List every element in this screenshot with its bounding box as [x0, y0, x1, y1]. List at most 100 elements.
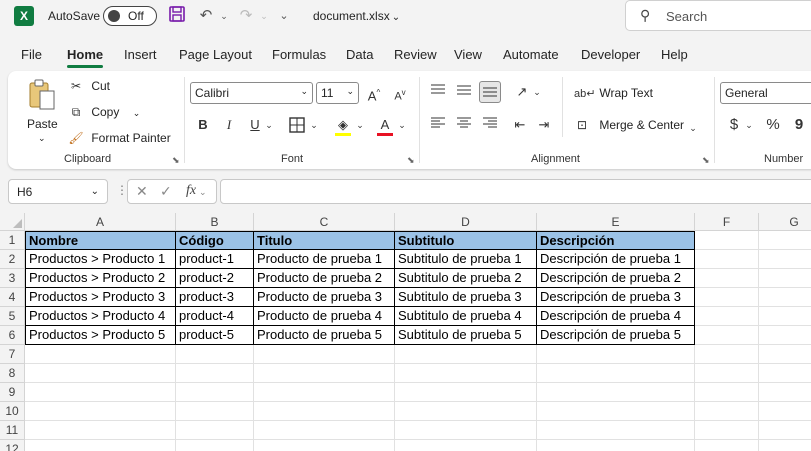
cell-e6[interactable]: Descripción de prueba 5: [537, 326, 695, 345]
row-header-1[interactable]: 1: [0, 231, 25, 250]
cell-b10[interactable]: [176, 402, 254, 421]
cell-a9[interactable]: [25, 383, 176, 402]
save-icon[interactable]: [166, 5, 188, 27]
tab-review[interactable]: Review: [394, 47, 437, 62]
cell-d4[interactable]: Subtitulo de prueba 3: [395, 288, 537, 307]
cell-f4[interactable]: [695, 288, 759, 307]
tab-page-layout[interactable]: Page Layout: [179, 47, 252, 62]
cell-b12[interactable]: [176, 440, 254, 451]
cell-g3[interactable]: [759, 269, 811, 288]
row-header-12[interactable]: 12: [0, 440, 25, 451]
insert-function-icon[interactable]: fx: [186, 183, 196, 199]
align-right-button[interactable]: [479, 114, 501, 136]
column-header-g[interactable]: G: [759, 213, 811, 231]
cell-g6[interactable]: [759, 326, 811, 345]
cell-a5[interactable]: Productos > Producto 4: [25, 307, 176, 326]
cell-e4[interactable]: Descripción de prueba 3: [537, 288, 695, 307]
cell-f7[interactable]: [695, 345, 759, 364]
increase-indent-button[interactable]: ⇥: [533, 114, 555, 136]
document-title[interactable]: document.xlsx ⌄: [313, 9, 400, 23]
cell-e1[interactable]: Descripción: [537, 231, 695, 250]
cell-c7[interactable]: [254, 345, 395, 364]
column-header-b[interactable]: B: [176, 213, 254, 231]
cell-f9[interactable]: [695, 383, 759, 402]
customize-toolbar-icon[interactable]: ⌄: [273, 5, 295, 27]
cell-f2[interactable]: [695, 250, 759, 269]
fill-color-chevron-icon[interactable]: ⌄: [353, 114, 367, 136]
borders-button[interactable]: [286, 114, 308, 136]
cell-a4[interactable]: Productos > Producto 3: [25, 288, 176, 307]
increase-font-size-button[interactable]: A^: [363, 82, 385, 104]
cell-c9[interactable]: [254, 383, 395, 402]
cell-c10[interactable]: [254, 402, 395, 421]
row-header-9[interactable]: 9: [0, 383, 25, 402]
bold-button[interactable]: B: [192, 114, 214, 136]
row-header-6[interactable]: 6: [0, 326, 25, 345]
tab-formulas[interactable]: Formulas: [272, 47, 326, 62]
undo-dropdown-chevron-icon[interactable]: ⌄: [213, 5, 235, 27]
cell-g1[interactable]: [759, 231, 811, 250]
cell-b3[interactable]: product-2: [176, 269, 254, 288]
font-color-chevron-icon[interactable]: ⌄: [395, 114, 409, 136]
cell-f8[interactable]: [695, 364, 759, 383]
cell-a1[interactable]: Nombre: [25, 231, 176, 250]
font-dialog-launcher-icon[interactable]: ⬊: [407, 155, 415, 166]
cell-d11[interactable]: [395, 421, 537, 440]
wrap-text-button[interactable]: ab↵ Wrap Text: [574, 86, 653, 100]
row-header-4[interactable]: 4: [0, 288, 25, 307]
name-box[interactable]: H6 ⌄: [8, 179, 108, 204]
tab-insert[interactable]: Insert: [124, 47, 157, 62]
cell-c5[interactable]: Producto de prueba 4: [254, 307, 395, 326]
cell-b4[interactable]: product-3: [176, 288, 254, 307]
cell-c2[interactable]: Producto de prueba 1: [254, 250, 395, 269]
enter-check-icon[interactable]: ✓: [160, 183, 172, 200]
font-size-select[interactable]: 11 ⌄: [316, 82, 359, 104]
cell-e7[interactable]: [537, 345, 695, 364]
column-header-f[interactable]: F: [695, 213, 759, 231]
font-color-button[interactable]: A: [374, 114, 396, 136]
cell-a7[interactable]: [25, 345, 176, 364]
orientation-chevron-icon[interactable]: ⌄: [530, 81, 544, 103]
cell-d6[interactable]: Subtitulo de prueba 5: [395, 326, 537, 345]
copy-button[interactable]: ⧉ Copy ⌄: [68, 105, 141, 120]
cell-b5[interactable]: product-4: [176, 307, 254, 326]
cell-g9[interactable]: [759, 383, 811, 402]
cell-b1[interactable]: Código: [176, 231, 254, 250]
cell-d10[interactable]: [395, 402, 537, 421]
cell-f1[interactable]: [695, 231, 759, 250]
cell-d1[interactable]: Subtitulo: [395, 231, 537, 250]
merge-center-button[interactable]: ⊡ Merge & Center: [574, 118, 684, 132]
row-header-7[interactable]: 7: [0, 345, 25, 364]
fill-color-button[interactable]: ◈: [332, 114, 354, 136]
row-header-8[interactable]: 8: [0, 364, 25, 383]
decrease-font-size-button[interactable]: Av: [389, 82, 411, 104]
cell-b8[interactable]: [176, 364, 254, 383]
cell-d9[interactable]: [395, 383, 537, 402]
row-header-3[interactable]: 3: [0, 269, 25, 288]
row-header-10[interactable]: 10: [0, 402, 25, 421]
cell-a2[interactable]: Productos > Producto 1: [25, 250, 176, 269]
cell-b11[interactable]: [176, 421, 254, 440]
percent-button[interactable]: %: [762, 114, 784, 136]
cell-a12[interactable]: [25, 440, 176, 451]
cell-g8[interactable]: [759, 364, 811, 383]
cell-b7[interactable]: [176, 345, 254, 364]
cell-f10[interactable]: [695, 402, 759, 421]
cell-a10[interactable]: [25, 402, 176, 421]
column-header-a[interactable]: A: [25, 213, 176, 231]
cell-e5[interactable]: Descripción de prueba 4: [537, 307, 695, 326]
currency-chevron-icon[interactable]: ⌄: [742, 114, 756, 136]
cell-a8[interactable]: [25, 364, 176, 383]
cell-b2[interactable]: product-1: [176, 250, 254, 269]
cell-d7[interactable]: [395, 345, 537, 364]
worksheet-grid[interactable]: ABCDEFG 1 2 3 4 5 6 7 8 9 10 11 12 Nombre Código Titu…: [0, 213, 811, 451]
cell-g10[interactable]: [759, 402, 811, 421]
row-header-11[interactable]: 11: [0, 421, 25, 440]
format-painter-button[interactable]: 🖌 Format Painter: [68, 131, 170, 145]
cell-f6[interactable]: [695, 326, 759, 345]
cell-e3[interactable]: Descripción de prueba 2: [537, 269, 695, 288]
cell-a6[interactable]: Productos > Producto 5: [25, 326, 176, 345]
autosave-toggle[interactable]: Off: [103, 6, 157, 26]
search-box[interactable]: ⚲ Search: [625, 0, 811, 31]
comma-style-button[interactable]: 9: [788, 114, 810, 136]
